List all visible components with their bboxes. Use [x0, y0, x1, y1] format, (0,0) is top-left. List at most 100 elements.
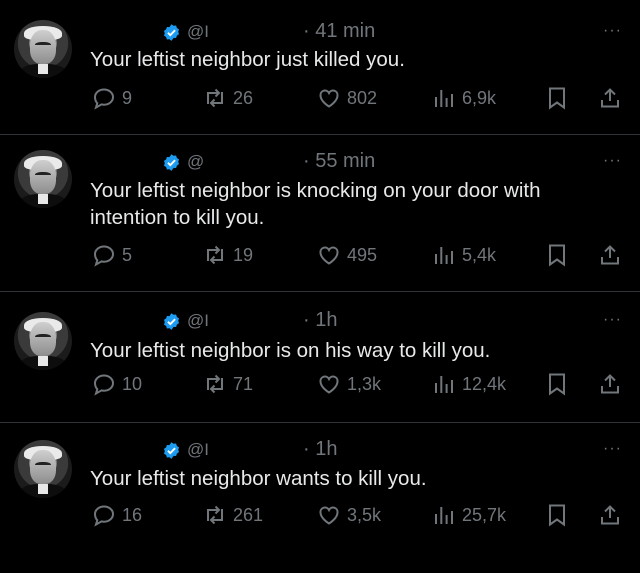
views-count: 6,9k: [462, 87, 497, 108]
reply-count: 5: [122, 244, 133, 265]
like-icon: [319, 375, 339, 394]
tweet-text: Your leftist neighbor just killed you.: [90, 48, 405, 71]
user-handle[interactable]: @I: [187, 22, 209, 42]
retweet-icon: [207, 88, 223, 108]
reply-count: 16: [122, 504, 143, 525]
like-button[interactable]: 3,5k: [317, 503, 381, 527]
reply-button[interactable]: 9: [92, 86, 132, 110]
share-icon: [601, 374, 619, 394]
avatar[interactable]: [14, 150, 72, 208]
retweet-count: 71: [233, 373, 254, 394]
share-icon: [601, 505, 619, 525]
share-button[interactable]: [598, 503, 622, 527]
like-button[interactable]: 1,3k: [317, 372, 381, 396]
avatar[interactable]: [14, 20, 72, 78]
timestamp[interactable]: · 1h: [303, 309, 337, 332]
views-button[interactable]: 5,4k: [432, 243, 496, 267]
tweet-header: @I: [162, 309, 209, 333]
retweet-button[interactable]: 26: [203, 86, 253, 110]
reply-button[interactable]: 5: [92, 243, 132, 267]
views-count: 25,7k: [462, 504, 507, 525]
retweet-icon: [207, 505, 223, 525]
like-button[interactable]: 802: [317, 86, 377, 110]
retweet-button[interactable]: 71: [203, 372, 253, 396]
retweet-count: 261: [233, 504, 264, 525]
share-button[interactable]: [598, 86, 622, 110]
user-handle[interactable]: @I: [187, 440, 209, 460]
verified-badge-icon: [163, 23, 180, 41]
bookmark-icon: [549, 87, 565, 110]
action-bar: 5 19 495 5,4k: [0, 243, 640, 271]
reply-icon: [93, 374, 115, 396]
reply-icon: [93, 88, 115, 110]
views-count: 12,4k: [462, 373, 507, 394]
views-count: 5,4k: [462, 244, 497, 265]
verified-badge-icon: [163, 441, 180, 459]
action-bar: 10 71 1,3k 12,4k: [0, 372, 640, 400]
tweet[interactable]: @ · 55 min ··· Your leftist neighbor is …: [0, 135, 640, 291]
tweet[interactable]: @I · 1h ··· Your leftist neighbor is on …: [0, 292, 640, 422]
timestamp[interactable]: · 55 min: [303, 150, 375, 173]
bookmark-icon: [549, 244, 565, 267]
verified-badge-icon: [163, 153, 180, 171]
more-icon[interactable]: ···: [603, 22, 622, 40]
views-button[interactable]: 6,9k: [432, 86, 496, 110]
bookmark-button[interactable]: [545, 372, 569, 396]
reply-count: 10: [122, 373, 143, 394]
timestamp[interactable]: · 41 min: [303, 20, 375, 43]
retweet-button[interactable]: 261: [203, 503, 263, 527]
views-icon: [435, 247, 453, 264]
views-icon: [435, 90, 453, 107]
timestamp[interactable]: · 1h: [303, 438, 337, 461]
share-button[interactable]: [598, 372, 622, 396]
bookmark-icon: [549, 373, 565, 396]
tweet-header: @I: [162, 20, 209, 44]
verified-badge-icon: [163, 312, 180, 330]
like-count: 495: [347, 244, 378, 265]
reply-button[interactable]: 10: [92, 372, 142, 396]
bookmark-icon: [549, 504, 565, 527]
bookmark-button[interactable]: [545, 86, 569, 110]
like-count: 3,5k: [347, 504, 382, 525]
share-button[interactable]: [598, 243, 622, 267]
retweet-icon: [207, 374, 223, 394]
like-count: 1,3k: [347, 373, 382, 394]
like-icon: [319, 89, 339, 108]
more-icon[interactable]: ···: [603, 311, 622, 329]
views-button[interactable]: 25,7k: [432, 503, 506, 527]
more-icon[interactable]: ···: [603, 440, 622, 458]
user-handle[interactable]: @: [187, 152, 204, 172]
tweet-header: @I: [162, 438, 209, 462]
tweet-text: Your leftist neighbor is on his way to k…: [90, 339, 491, 362]
like-button[interactable]: 495: [317, 243, 377, 267]
retweet-count: 19: [233, 244, 254, 265]
retweet-button[interactable]: 19: [203, 243, 253, 267]
tweet[interactable]: @I · 41 min ··· Your leftist neighbor ju…: [0, 0, 640, 134]
views-icon: [435, 376, 453, 393]
action-bar: 9 26 802 6,9k: [0, 86, 640, 114]
reply-button[interactable]: 16: [92, 503, 142, 527]
tweet-text: Your leftist neighbor wants to kill you.: [90, 467, 427, 490]
like-icon: [319, 506, 339, 525]
tweet[interactable]: @I · 1h ··· Your leftist neighbor wants …: [0, 423, 640, 573]
retweet-count: 26: [233, 87, 254, 108]
avatar[interactable]: [14, 440, 72, 498]
avatar[interactable]: [14, 312, 72, 370]
reply-icon: [93, 505, 115, 527]
user-handle[interactable]: @I: [187, 311, 209, 331]
views-button[interactable]: 12,4k: [432, 372, 506, 396]
reply-icon: [93, 245, 115, 267]
like-icon: [319, 246, 339, 265]
bookmark-button[interactable]: [545, 243, 569, 267]
views-icon: [435, 507, 453, 524]
action-bar: 16 261 3,5k 25,7k: [0, 503, 640, 531]
like-count: 802: [347, 87, 378, 108]
tweet-text: Your leftist neighbor is knocking on you…: [90, 179, 541, 229]
tweet-header: @: [162, 150, 204, 174]
share-icon: [601, 88, 619, 108]
reply-count: 9: [122, 87, 133, 108]
more-icon[interactable]: ···: [603, 152, 622, 170]
retweet-icon: [207, 245, 223, 265]
bookmark-button[interactable]: [545, 503, 569, 527]
share-icon: [601, 245, 619, 265]
